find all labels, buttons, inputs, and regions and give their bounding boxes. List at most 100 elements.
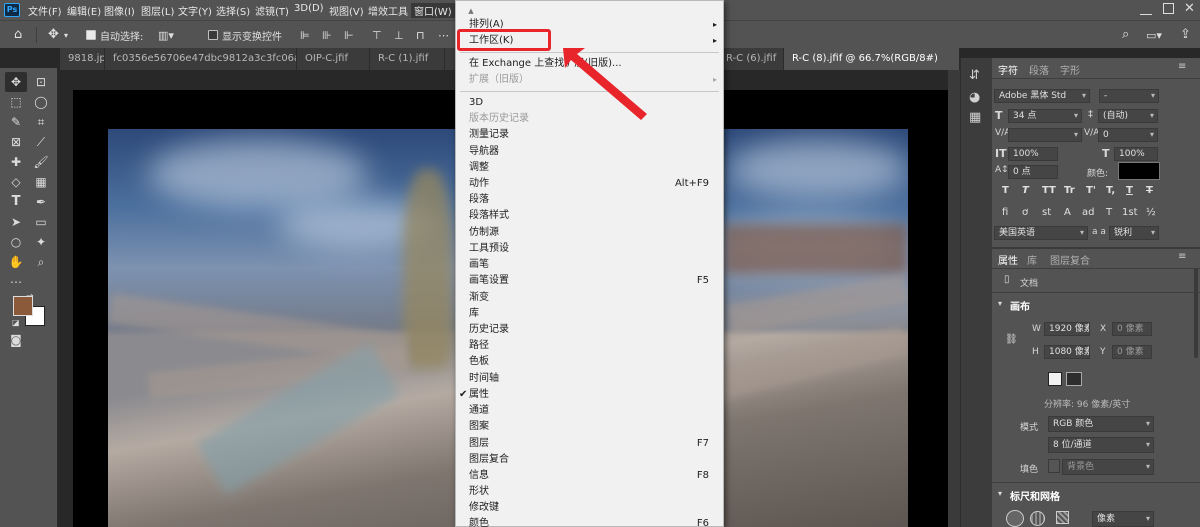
vertical-scrollbar[interactable] bbox=[948, 70, 960, 527]
gradient-tool-icon[interactable]: ▦ bbox=[30, 172, 52, 192]
vertical-scale-field[interactable]: 100% bbox=[1008, 147, 1058, 161]
layer-select-dropdown[interactable]: ▥▾ bbox=[158, 29, 174, 42]
menu-item-swatches[interactable]: 色板 bbox=[456, 354, 723, 370]
share-icon[interactable]: ⇪ bbox=[1180, 27, 1191, 42]
menu-view[interactable]: 视图(V) bbox=[329, 3, 364, 18]
x-field[interactable]: 0 像素 bbox=[1112, 322, 1152, 336]
artboard-tool-icon[interactable]: ⊡ bbox=[30, 72, 52, 92]
language-select[interactable]: 美国英语 ▾ bbox=[994, 226, 1088, 240]
tab-fc0356[interactable]: fc0356e56706e47dbc9812a3c3fc06af.jpg bbox=[105, 48, 297, 70]
menu-window[interactable]: 窗口(W) bbox=[411, 3, 455, 18]
text-color-swatch[interactable] bbox=[1118, 162, 1160, 180]
default-colors-icon[interactable]: ◪ bbox=[12, 318, 20, 327]
guides-icon[interactable] bbox=[1056, 511, 1069, 524]
eyedropper-tool-icon[interactable]: ⟋ bbox=[30, 132, 52, 152]
link-icon[interactable]: ⛓ bbox=[1005, 334, 1018, 345]
crop-tool-icon[interactable]: ⌗ bbox=[30, 112, 52, 132]
align-bottom-icon[interactable]: ⊓ bbox=[416, 29, 425, 42]
frame-tool-icon[interactable]: ⊠ bbox=[5, 132, 27, 152]
menu-item-channels[interactable]: 通道 bbox=[456, 403, 723, 419]
faux-italic-button[interactable]: T bbox=[1022, 185, 1029, 196]
tab-properties[interactable]: 属性 bbox=[998, 252, 1018, 267]
healing-tool-icon[interactable]: ✚ bbox=[5, 152, 27, 172]
fill-swatch[interactable] bbox=[1048, 459, 1060, 473]
menu-select[interactable]: 选择(S) bbox=[216, 3, 250, 18]
menu-item-layer-comps[interactable]: 图层复合 bbox=[456, 452, 723, 468]
menu-3d[interactable]: 3D(D) bbox=[294, 3, 324, 14]
type-tool-icon[interactable]: T bbox=[5, 192, 27, 212]
menu-item-patterns[interactable]: 图案 bbox=[456, 419, 723, 435]
tab-rc6[interactable]: R-C (6).jfif bbox=[724, 48, 784, 70]
chevron-down-icon[interactable]: ▾ bbox=[998, 489, 1002, 498]
more-tools-icon[interactable]: ⋯ bbox=[5, 272, 27, 292]
distribute-icon[interactable]: ⋯ bbox=[438, 29, 449, 42]
ordinals-button[interactable]: 1st bbox=[1122, 207, 1138, 218]
home-icon[interactable]: ⌂ bbox=[14, 27, 22, 42]
menu-item-info[interactable]: 信息 F8 bbox=[456, 468, 723, 484]
ellipse-tool-icon[interactable]: ○ bbox=[5, 232, 27, 252]
tab-paragraph[interactable]: 段落 bbox=[1029, 62, 1049, 77]
minimize-icon[interactable] bbox=[1140, 3, 1152, 15]
tab-rc1[interactable]: R-C (1).jfif bbox=[370, 48, 445, 70]
subscript-button[interactable]: T, bbox=[1106, 185, 1115, 196]
panel-scrollbar[interactable] bbox=[1194, 268, 1198, 358]
tab-layer-comps[interactable]: 图层复合 bbox=[1050, 252, 1090, 267]
width-field[interactable]: 1920 像素 bbox=[1044, 322, 1090, 336]
contextual-alt-button[interactable]: ad bbox=[1082, 207, 1094, 218]
units-select[interactable]: 像素 ▾ bbox=[1092, 511, 1154, 527]
font-style-select[interactable]: - ▾ bbox=[1099, 89, 1159, 103]
menu-file[interactable]: 文件(F) bbox=[28, 3, 62, 18]
y-field[interactable]: 0 像素 bbox=[1112, 345, 1152, 359]
ruler-icon[interactable] bbox=[1006, 510, 1024, 527]
maximize-icon[interactable] bbox=[1163, 3, 1174, 14]
pen-tool-icon[interactable]: ✒ bbox=[30, 192, 52, 212]
small-caps-button[interactable]: Tr bbox=[1064, 185, 1075, 196]
stylistic-alt-button[interactable]: st bbox=[1042, 207, 1051, 218]
tracking-field[interactable]: 0 ▾ bbox=[1098, 128, 1158, 142]
panel-menu-icon[interactable]: ≡ bbox=[1178, 251, 1186, 262]
menu-layer[interactable]: 图层(L) bbox=[141, 3, 174, 18]
swash-button[interactable]: A bbox=[1064, 207, 1071, 218]
bit-depth-select[interactable]: 8 位/通道 ▾ bbox=[1048, 437, 1154, 453]
path-select-tool-icon[interactable]: ➤ bbox=[5, 212, 27, 232]
menu-item-modifier-keys[interactable]: 修改键 bbox=[456, 500, 723, 516]
landscape-icon[interactable] bbox=[1066, 372, 1082, 386]
menu-item-history[interactable]: 历史记录 bbox=[456, 322, 723, 338]
faux-bold-button[interactable]: T bbox=[1002, 185, 1009, 196]
workspace-icon[interactable]: ▭▾ bbox=[1146, 29, 1162, 42]
menu-item-timeline[interactable]: 时间轴 bbox=[456, 371, 723, 387]
quick-select-tool-icon[interactable]: ✎ bbox=[5, 112, 27, 132]
align-top-icon[interactable]: ⊤ bbox=[372, 29, 382, 42]
grid-globe-icon[interactable] bbox=[1030, 511, 1045, 526]
move-tool-icon[interactable]: ✥ bbox=[48, 27, 59, 42]
panel-menu-icon[interactable]: ≡ bbox=[1178, 61, 1186, 72]
menu-item-brushes[interactable]: 画笔 bbox=[456, 257, 723, 273]
menu-edit[interactable]: 编辑(E) bbox=[67, 3, 101, 18]
portrait-icon[interactable] bbox=[1048, 372, 1062, 386]
show-transform-checkbox[interactable] bbox=[208, 30, 218, 40]
titling-button[interactable]: T bbox=[1106, 207, 1112, 218]
menu-item-paragraph[interactable]: 段落 bbox=[456, 192, 723, 208]
adjustments-icon[interactable]: ⇵ bbox=[969, 68, 980, 83]
menu-item-paths[interactable]: 路径 bbox=[456, 338, 723, 354]
ligatures-button[interactable]: fi bbox=[1002, 207, 1008, 218]
menu-plugins[interactable]: 增效工具 bbox=[368, 3, 408, 18]
underline-button[interactable]: T bbox=[1126, 185, 1133, 196]
align-middle-icon[interactable]: ⊥ bbox=[394, 29, 404, 42]
chevron-down-icon[interactable]: ▾ bbox=[998, 299, 1002, 308]
menu-item-gradients[interactable]: 渐变 bbox=[456, 290, 723, 306]
tab-character[interactable]: 字符 bbox=[998, 62, 1018, 77]
menu-item-adjustments[interactable]: 调整 bbox=[456, 160, 723, 176]
baseline-shift-field[interactable]: 0 点 bbox=[1008, 165, 1058, 179]
grid-icon[interactable]: ▦ bbox=[969, 110, 981, 125]
superscript-button[interactable]: T' bbox=[1086, 185, 1096, 196]
tab-glyphs[interactable]: 字形 bbox=[1060, 62, 1080, 77]
menu-type[interactable]: 文字(Y) bbox=[178, 3, 212, 18]
tab-libraries[interactable]: 库 bbox=[1027, 252, 1037, 267]
menu-item-properties[interactable]: ✔ 属性 bbox=[456, 387, 723, 403]
menu-item-color[interactable]: 颜色 F6 bbox=[456, 516, 723, 527]
font-family-select[interactable]: Adobe 黑体 Std ▾ bbox=[994, 89, 1090, 103]
menu-item-measurement-log[interactable]: 测量记录 bbox=[456, 127, 723, 143]
menu-item-navigator[interactable]: 导航器 bbox=[456, 144, 723, 160]
rectangle-tool-icon[interactable]: ▭ bbox=[30, 212, 52, 232]
